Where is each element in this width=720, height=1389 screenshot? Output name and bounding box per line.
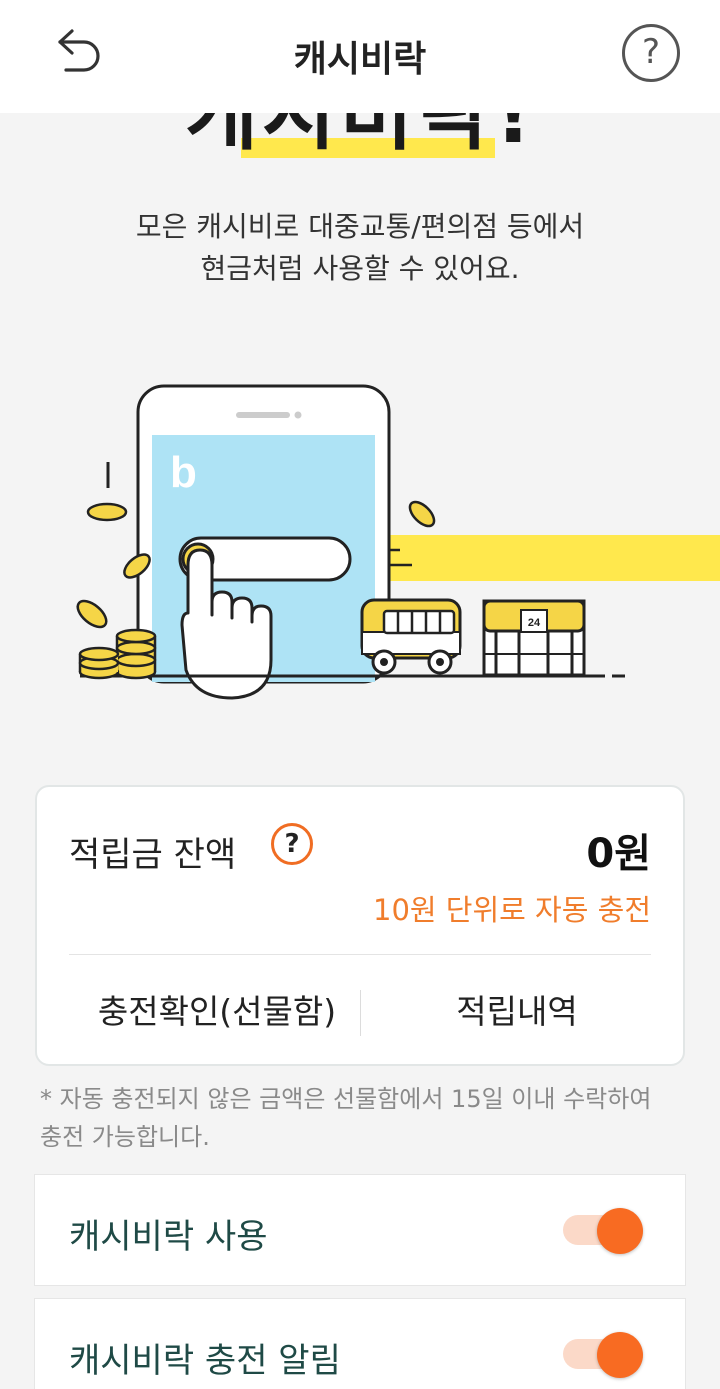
use-toggle[interactable] xyxy=(561,1205,645,1255)
store-sign-text: 24 xyxy=(528,617,541,629)
help-button[interactable]: ? xyxy=(622,24,680,82)
setting-label-alert: 캐시비락 충전 알림 xyxy=(69,1341,341,1381)
setting-row-alert: 캐시비락 충전 알림 xyxy=(34,1298,686,1389)
convenience-store-icon: 24 xyxy=(482,599,586,677)
balance-label: 적립금 잔액 xyxy=(69,835,237,875)
setting-label-use: 캐시비락 사용 xyxy=(69,1217,268,1257)
auto-charge-note: 10원 단위로 자동 충전 xyxy=(373,893,651,927)
balance-help-icon[interactable]: ? xyxy=(271,823,313,865)
hero-description-line1: 모은 캐시비로 대중교통/편의점 등에서 xyxy=(135,210,585,243)
top-app-bar: 캐시비락 ? xyxy=(0,0,720,113)
alert-toggle[interactable] xyxy=(561,1329,645,1379)
setting-row-use: 캐시비락 사용 xyxy=(34,1174,686,1286)
balance-card: 적립금 잔액 ? 0원 10원 단위로 자동 충전 충전확인(선물함) 적립내역 xyxy=(35,785,685,1066)
coin-stack-icon xyxy=(78,628,157,680)
charge-notice: * 자동 충전되지 않은 금액은 선물함에서 15일 이내 수락하여 충전 가능… xyxy=(40,1085,652,1151)
hero-illustration: b 24 xyxy=(0,370,720,710)
hero-description-line2: 현금처럼 사용할 수 있어요. xyxy=(200,252,520,285)
yellow-stripe xyxy=(388,535,720,581)
card-divider xyxy=(69,954,651,955)
bus-icon xyxy=(360,598,462,675)
balance-value: 0원 xyxy=(586,831,651,877)
hero-description: 모은 캐시비로 대중교통/편의점 등에서 현금처럼 사용할 수 있어요. xyxy=(0,206,720,290)
page-title: 캐시비락 xyxy=(293,39,427,80)
app-logo-letter: b xyxy=(170,448,197,497)
button-separator xyxy=(360,990,361,1036)
toggle-knob xyxy=(597,1208,643,1254)
charge-confirm-button[interactable]: 충전확인(선물함) xyxy=(67,982,367,1042)
earning-history-button[interactable]: 적립내역 xyxy=(367,982,667,1042)
toggle-knob xyxy=(597,1332,643,1378)
